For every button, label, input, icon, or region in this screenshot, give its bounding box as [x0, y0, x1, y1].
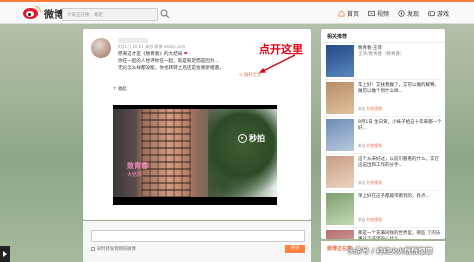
nav-discover-label: 发现 [406, 11, 419, 18]
recommend-thumbnail[interactable] [326, 193, 354, 225]
nav-video-label: 视频 [376, 11, 389, 18]
recommend-item[interactable]: 这个从未好过，以前们看看的什么，实在这说出和工作的分手... 来自 秒拍视频 [326, 156, 442, 188]
recommend-title[interactable]: 那是一个充满同样的世界里，那些 了的乐趣这个子里的心什么... [358, 231, 442, 239]
top-nav-bar: 微博 大家正在搜：胡定 首页 视频 发现 游戏 [0, 0, 474, 24]
recommend-source: 来自 秒拍视频 [358, 217, 382, 222]
nav-video[interactable]: 视频 [367, 9, 389, 18]
home-icon [338, 10, 345, 17]
repost-checkbox[interactable]: 同时转发到我的微博 [91, 246, 136, 252]
logo-text: 微博 [44, 9, 64, 21]
collapse-arrow-icon: ↑ [113, 87, 117, 92]
video-icon [367, 10, 375, 17]
main-nav: 首页 视频 发现 游戏 [338, 9, 449, 18]
post-meta: 9月1日 20:01 来自 微博 weibo.com [118, 44, 186, 49]
discover-icon [398, 10, 405, 17]
video-subcaption: 大结局 [127, 172, 143, 178]
comment-area: 同时转发到我的微博 评论 [83, 221, 311, 262]
recommend-item[interactable]: 单上好在这子都能带看到的，有点... 来自 秒拍视频 [326, 193, 442, 225]
repost-checkbox-label: 同时转发到我的微博 [97, 247, 136, 252]
recommend-source: 来自 秒拍视频 [358, 106, 382, 111]
weibo-logo-icon [23, 6, 41, 20]
comment-input[interactable] [91, 230, 305, 242]
feed-post-card: 9月1日 20:01 来自 微博 weibo.com 原来这才是《致青春》的大结… [83, 29, 311, 250]
recommend-title[interactable]: 9月1日 生日贺，小妹子给这十年来都一个好... [358, 120, 442, 132]
recommend-thumbnail[interactable] [326, 45, 354, 77]
recommend-source: 来自 秒拍视频 [358, 180, 382, 185]
username-blurred[interactable] [118, 38, 148, 43]
sidebar-title: 相关推荐 [327, 34, 348, 40]
weibo-logo[interactable]: 微博 [23, 6, 64, 21]
miaopai-watermark: 秒拍 [238, 133, 265, 144]
search-icon[interactable] [160, 9, 170, 19]
video-caption: 致青春 [127, 162, 148, 170]
recommend-source: 来自 秒拍视频 [358, 143, 382, 148]
nav-game[interactable]: 游戏 [428, 9, 449, 18]
recommend-thumbnail[interactable] [326, 119, 354, 151]
recommend-item[interactable]: 9月1日 生日贺，小妹子给这十年来都一个好... 来自 秒拍视频 [326, 119, 442, 151]
nav-game-label: 游戏 [436, 11, 449, 18]
submit-comment-button[interactable]: 评论 [285, 245, 305, 253]
nav-discover[interactable]: 发现 [398, 9, 419, 18]
recommend-item[interactable]: 致青春·王菲 王菲/致青春（致青春） [326, 45, 442, 77]
recommend-item[interactable]: 年上好！艾扶我做了，艾可以做的解释，做可以做个到什么样... 来自 秒拍视频 [326, 82, 442, 114]
tree-foliage [208, 105, 277, 205]
nav-home[interactable]: 首页 [338, 9, 359, 18]
recommend-title[interactable]: 致青春·王菲 王菲/致青春（致青春） [358, 46, 442, 58]
play-icon[interactable] [0, 246, 10, 262]
annotation-arrow-icon [259, 54, 296, 73]
nav-home-label: 首页 [346, 11, 359, 18]
source-watermark: 头条号 / 红红火火恍恍惚惚 [348, 247, 433, 255]
search-input[interactable]: 大家正在搜：胡定 [62, 8, 158, 21]
miaopai-logo-icon [238, 134, 247, 143]
recommend-title[interactable]: 这个从未好过，以前们看看的什么，实在这说出和工作的分手... [358, 157, 442, 169]
recommend-thumbnail[interactable] [326, 156, 354, 188]
collapse-button[interactable]: ↑ 收起 [113, 86, 127, 92]
recommend-thumbnail[interactable] [326, 230, 354, 239]
recommend-item[interactable]: 那是一个充满同样的世界里，那些 了的乐趣这个子里的心什么... [326, 230, 442, 239]
recommend-title[interactable]: 单上好在这子都能带看到的，有点... [358, 194, 442, 200]
recommend-thumbnail[interactable] [326, 82, 354, 114]
related-recommendations-panel: 相关推荐 致青春·王菲 王菲/致青春（致青春） 年上好！艾扶我做了，艾可以做的解释… [321, 29, 445, 239]
recommend-title[interactable]: 年上好！艾扶我做了，艾可以做的解释，做可以做个到什么样... [358, 83, 442, 95]
heart-icon: ❤ [183, 52, 188, 57]
building-windows [141, 105, 191, 205]
checkbox-box[interactable] [91, 247, 95, 251]
video-player[interactable]: 秒拍 致青春 大结局 [113, 105, 277, 205]
game-icon [428, 11, 435, 17]
avatar[interactable] [91, 38, 111, 58]
